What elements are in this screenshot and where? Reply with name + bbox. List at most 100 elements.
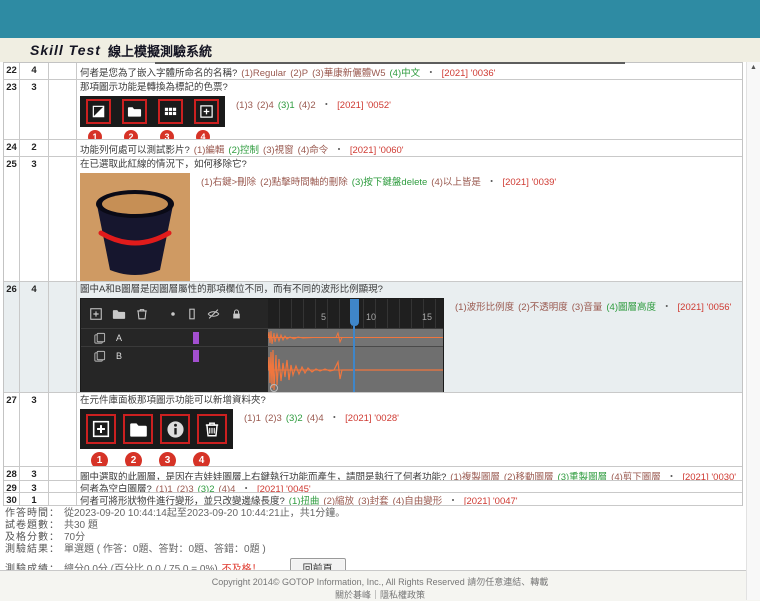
spacer-cell — [49, 140, 77, 156]
add-icon — [199, 104, 214, 119]
choice-number-badges: 1 2 3 4 — [80, 452, 740, 466]
question-ref: [2021] '0060' — [350, 145, 404, 156]
folder-icon — [129, 420, 148, 439]
privacy-link[interactable]: 隱私權政策 — [380, 590, 425, 600]
playhead-line — [353, 326, 355, 392]
badge-1: 1 — [91, 452, 108, 466]
question-ref: [2021] '0047' — [464, 496, 518, 505]
choice-box-3 — [158, 99, 183, 124]
ruler-number: 15 — [422, 312, 432, 322]
answer-cell: 3 — [20, 481, 49, 492]
option: (4)2 — [299, 100, 316, 111]
summary-line-pass: 及格分數：70分 — [5, 532, 735, 544]
layer-row-a: A — [81, 329, 268, 347]
audio-track-b — [268, 347, 443, 392]
spacer-cell — [49, 80, 77, 139]
badge-1: 1 — [88, 130, 102, 139]
answer-cell: 1 — [20, 493, 49, 505]
option: (4)命令 — [298, 145, 329, 156]
question-cell: 何者是您為了嵌入字體所命名的名稱?(1)Regular(2)P(3)華康新儷體W… — [77, 63, 742, 79]
question-text: 在元件庫面板那項圖示功能可以新增資料夾? — [80, 395, 266, 406]
spacer-cell — [49, 493, 77, 505]
option: (3)華康新儷體W5 — [312, 68, 385, 79]
option-correct: (3)2 — [198, 484, 215, 492]
badge-2: 2 — [124, 130, 138, 139]
option: (1)3 — [236, 100, 253, 111]
spacer-cell — [49, 157, 77, 281]
row-number-cell: 28 — [4, 467, 20, 480]
separator: ・ — [241, 484, 251, 492]
choice-box-2 — [122, 99, 147, 124]
question-table: 22 4 何者是您為了嵌入字體所命名的名稱?(1)Regular(2)P(3)華… — [3, 62, 743, 506]
option-correct: (3)2 — [286, 413, 303, 424]
choice-box-1 — [86, 414, 116, 444]
option-correct: (2)控制 — [228, 145, 259, 156]
lock-icon — [230, 307, 243, 321]
about-link[interactable]: 關於碁峰 — [335, 590, 371, 600]
layer-name: B — [116, 351, 122, 361]
option: (2)3 — [177, 484, 194, 492]
add-icon — [92, 420, 110, 438]
option: (4)剪下圖層 — [611, 472, 661, 480]
option: (1)複製圖層 — [450, 472, 500, 480]
question-cell: 在已選取此紅線的情況下，如何移除它? (1)右鍵>刪除(2)點擊時間軸的刪除(3… — [77, 157, 742, 281]
separator: ・ — [448, 496, 458, 505]
folder-icon — [127, 104, 142, 119]
spacer-cell — [49, 393, 77, 466]
question-row-28: 28 3 圖中選取的此圖層，是因在吉娃娃圖層上右鍵執行功能而產生，請問是執行了何… — [4, 467, 742, 481]
question-text: 何者可將形狀物件進行變形，並只改變邊緣長度? — [80, 496, 285, 505]
question-text: 那項圖示功能是轉換為標記的色票? — [80, 82, 228, 93]
choice-number-badges: 1 2 3 4 — [80, 130, 740, 139]
scroll-up-arrow-icon[interactable]: ▲ — [747, 62, 760, 74]
row-number-cell: 25 — [4, 157, 20, 281]
answer-cell: 2 — [20, 140, 49, 156]
option: (3)視窗 — [263, 145, 294, 156]
layer-name: A — [116, 333, 122, 343]
choice-box-1 — [86, 99, 111, 124]
title-bar: Skill Test 線上模擬測驗系統 — [0, 38, 760, 62]
question-row-23: 23 3 那項圖示功能是轉換為標記的色票? — [4, 80, 742, 140]
option: (2)P — [290, 68, 308, 79]
summary-line-result: 測驗結果：單選題 ( 作答：0題、答對：0題、答錯：0題 ) — [5, 544, 735, 556]
answer-cell: 3 — [20, 157, 49, 281]
question-cell: 功能列何處可以測試影片?(1)編輯(2)控制(3)視窗(4)命令・[2021] … — [77, 140, 742, 156]
library-toolbar-screenshot — [80, 409, 233, 449]
option: (1)右鍵>刪除 — [201, 177, 256, 188]
question-ref: [2021] '0028' — [345, 413, 399, 424]
timeline-toolbar — [81, 299, 268, 329]
summary-value: 70分 — [64, 532, 85, 543]
brand-logo: Skill Test — [30, 42, 101, 58]
question-row-26: 26 4 圖中A和B圖層是因圖層屬性的那項欄位不同，而有不同的波形比例顯現? — [4, 282, 742, 393]
option-correct: (4)中文 — [390, 68, 421, 79]
question-ref: [2021] '0045' — [257, 484, 311, 492]
page-title: 線上模擬測驗系統 — [108, 41, 212, 60]
summary-line-time: 作答時間：從2023-09-20 10:44:14起至2023-09-20 10… — [5, 508, 735, 520]
separator: ・ — [662, 302, 672, 313]
option: (2)點擊時間軸的刪除 — [260, 177, 348, 188]
option: (2)4 — [257, 100, 274, 111]
summary-value: 從2023-09-20 10:44:14起至2023-09-20 10:44:2… — [64, 508, 345, 519]
row-number-cell: 26 — [4, 282, 20, 392]
spacer-cell — [49, 481, 77, 492]
separator: ・ — [334, 145, 344, 156]
layer-color-marker — [193, 332, 199, 344]
separator: ・ — [667, 472, 677, 480]
answer-cell: 3 — [20, 393, 49, 466]
question-ref: [2021] '0036' — [442, 68, 496, 79]
summary-value: 共30 題 — [64, 520, 98, 531]
question-text: 何者是您為了嵌入字體所命名的名稱? — [80, 68, 237, 79]
waveform-b — [268, 347, 443, 392]
choice-box-4 — [194, 99, 219, 124]
copyright-text: Copyright 2014© GOTOP Information, Inc.,… — [0, 575, 760, 588]
option: (4)4 — [219, 484, 236, 492]
option: (3)音量 — [572, 302, 603, 313]
separator: ・ — [330, 413, 340, 424]
badge-3: 3 — [159, 452, 176, 466]
option: (4)4 — [307, 413, 324, 424]
folder-icon — [112, 307, 126, 321]
outline-box-icon — [187, 307, 197, 321]
layer-row-b: B — [81, 347, 268, 392]
option: (2)移動圖層 — [504, 472, 554, 480]
badge-2: 2 — [125, 452, 142, 466]
scrollbar-track[interactable]: ▲ — [746, 62, 760, 600]
